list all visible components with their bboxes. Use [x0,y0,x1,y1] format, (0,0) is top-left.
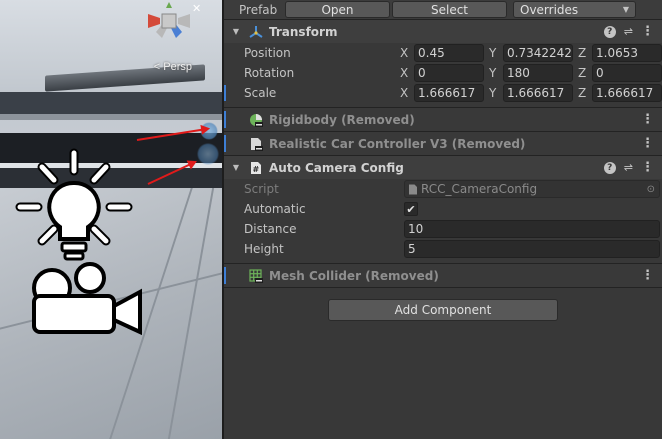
script-icon: # [248,160,264,176]
height-field[interactable]: 5 [404,240,660,258]
scene-stripe [0,92,222,114]
help-icon[interactable]: ? [603,161,616,174]
script-value: RCC_CameraConfig [421,182,538,196]
rigidbody-icon [248,112,264,128]
distance-label: Distance [244,222,297,236]
foldout-expanded-icon[interactable]: ▼ [228,27,244,36]
rotation-label: Rotation [244,66,295,80]
automatic-row: Automatic ✔ [224,199,662,219]
scene-view[interactable]: ✕ < Persp [0,0,222,439]
prefab-bar: Prefab Open Select Overrides ▼ [224,0,662,19]
distance-field[interactable]: 10 [404,220,660,238]
scale-z-field[interactable]: 1.666617 [592,84,662,102]
view-mode-label[interactable]: < Persp [154,61,192,73]
transform-icon [248,24,264,40]
scene-stripe [0,114,222,120]
transform-header[interactable]: ▼ Transform ? ⇌ ⋮ [224,19,662,43]
automatic-label: Automatic [244,202,306,216]
add-component-area: Add Component [224,287,662,331]
mesh-collider-icon [248,268,264,284]
transform-rotation-row: Rotation X0 Y 180 Z0 [224,63,662,83]
axis-z-label[interactable]: Z [578,46,592,60]
removed-marker [224,135,226,152]
scale-x-field[interactable]: 1.666617 [414,84,484,102]
prefab-overrides-dropdown[interactable]: Overrides ▼ [513,1,636,18]
override-marker [224,85,226,101]
context-menu-icon[interactable]: ⋮ [641,25,654,38]
context-menu-icon[interactable]: ⋮ [641,161,654,174]
transform-position-row: Position X 0.45 Y 0.7342242 Z 1.0653 [224,43,662,63]
checkmark-icon: ✔ [406,202,416,216]
height-label: Height [244,242,284,256]
script-file-icon [409,184,417,194]
script-row: Script RCC_CameraConfig ⊙ [224,179,662,199]
mesh-collider-removed-title: Mesh Collider (Removed) [269,268,439,283]
position-z-field[interactable]: 1.0653 [592,44,662,62]
add-component-button[interactable]: Add Component [328,298,558,321]
auto-camera-config-header[interactable]: ▼ # Auto Camera Config ? ⇌ ⋮ [224,155,662,179]
prefab-open-button[interactable]: Open [285,1,390,18]
auto-camera-config-title: Auto Camera Config [269,160,404,175]
scale-label: Scale [244,86,277,100]
axis-x-label[interactable]: X [400,46,414,60]
mesh-collider-removed-header[interactable]: Mesh Collider (Removed) ⋮ [224,263,662,287]
rotation-x-field[interactable]: 0 [414,64,484,82]
axis-y-label[interactable]: Y [489,66,503,80]
close-icon[interactable]: ✕ [192,2,201,15]
rigidbody-removed-header[interactable]: Rigidbody (Removed) ⋮ [224,107,662,131]
rotation-z-field[interactable]: 0 [592,64,662,82]
preset-icon[interactable]: ⇌ [624,161,633,174]
position-y-field[interactable]: 0.7342242 [503,44,573,62]
axis-y-label[interactable]: Y [489,86,503,100]
transform-scale-row: Scale X 1.666617 Y 1.666617 Z 1.666617 [224,83,662,103]
script-removed-icon [248,136,264,152]
camera-icon [32,262,142,336]
chevron-down-icon: ▼ [622,5,629,14]
svg-text:#: # [253,165,260,174]
prefab-label: Prefab [239,2,278,17]
automatic-checkbox[interactable]: ✔ [404,202,418,216]
preset-icon[interactable]: ⇌ [624,25,633,38]
axis-y-label[interactable]: Y [489,46,503,60]
camera-gizmo-icon[interactable] [197,143,219,165]
object-picker-icon[interactable]: ⊙ [647,184,655,195]
script-label: Script [244,182,279,196]
removed-marker [224,267,226,284]
context-menu-icon[interactable]: ⋮ [641,269,654,282]
distance-row: Distance 10 [224,219,662,239]
car-controller-removed-title: Realistic Car Controller V3 (Removed) [269,136,526,151]
rotation-y-field[interactable]: 180 [503,64,573,82]
axis-x-label[interactable]: X [400,86,414,100]
inspector-panel: Prefab Open Select Overrides ▼ ▼ Transfo… [222,0,662,439]
script-field[interactable]: RCC_CameraConfig ⊙ [404,180,660,198]
axis-x-label[interactable]: X [400,66,414,80]
axis-z-label[interactable]: Z [578,66,592,80]
overrides-label: Overrides [520,2,579,17]
context-menu-icon[interactable]: ⋮ [641,137,654,150]
foldout-expanded-icon[interactable]: ▼ [228,163,244,172]
position-label: Position [244,46,291,60]
axis-z-label[interactable]: Z [578,86,592,100]
rigidbody-removed-title: Rigidbody (Removed) [269,112,415,127]
scale-y-field[interactable]: 1.666617 [503,84,573,102]
height-row: Height 5 [224,239,662,259]
removed-marker [224,111,226,128]
prefab-select-button[interactable]: Select [392,1,507,18]
car-controller-removed-header[interactable]: Realistic Car Controller V3 (Removed) ⋮ [224,131,662,155]
light-bulb-icon [15,148,133,261]
transform-title: Transform [269,24,338,39]
context-menu-icon[interactable]: ⋮ [641,113,654,126]
position-x-field[interactable]: 0.45 [414,44,484,62]
help-icon[interactable]: ? [603,25,616,38]
